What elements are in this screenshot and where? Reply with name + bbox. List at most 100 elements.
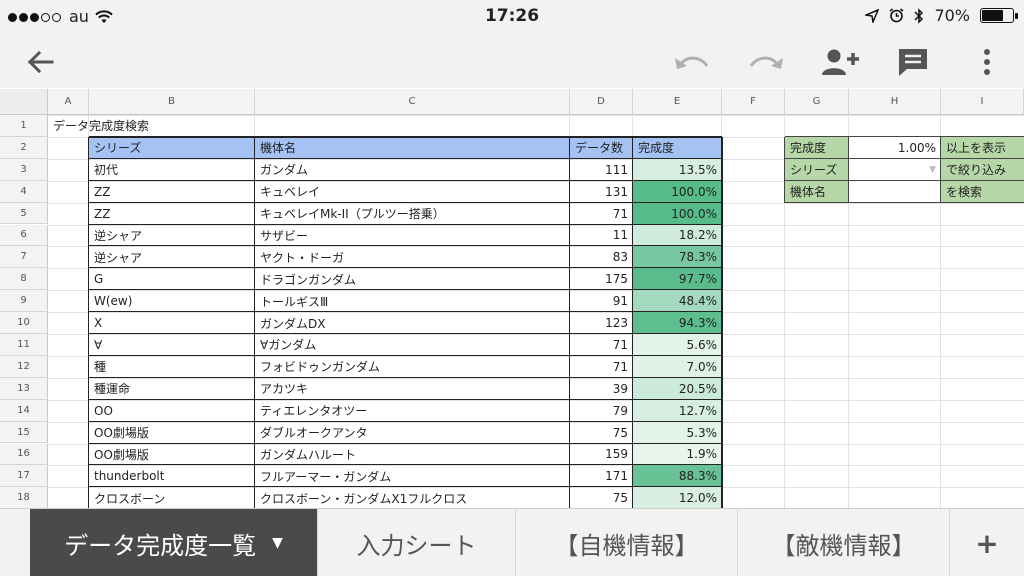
row-header[interactable]: 8 bbox=[0, 268, 48, 291]
data-count-cell[interactable]: 75 bbox=[570, 487, 633, 508]
row-header[interactable]: 5 bbox=[0, 202, 48, 225]
series-cell[interactable]: 逆シャア bbox=[89, 246, 255, 268]
row-header[interactable]: 13 bbox=[0, 377, 48, 400]
completion-cell[interactable]: 18.2% bbox=[633, 224, 722, 247]
table-header-cell[interactable]: データ数 bbox=[570, 136, 633, 159]
sheet-tab[interactable]: 【自機情報】 bbox=[516, 509, 738, 576]
completion-cell[interactable]: 88.3% bbox=[633, 465, 722, 488]
row-header[interactable]: 3 bbox=[0, 158, 48, 181]
unit-name-cell[interactable]: ガンダムハルート bbox=[255, 444, 570, 466]
row-header[interactable]: 11 bbox=[0, 334, 48, 356]
series-cell[interactable]: OO劇場版 bbox=[89, 422, 255, 444]
data-count-cell[interactable]: 175 bbox=[570, 268, 633, 290]
unit-name-cell[interactable]: ∀ガンダム bbox=[255, 334, 570, 356]
add-sheet-button[interactable]: + bbox=[950, 509, 1024, 576]
unit-name-cell[interactable]: アカツキ bbox=[255, 378, 570, 400]
column-header-g[interactable]: G bbox=[785, 89, 849, 115]
tab-menu-caret-icon[interactable]: ▼ bbox=[272, 535, 283, 551]
row-header[interactable]: 17 bbox=[0, 465, 48, 488]
row-header[interactable]: 1 bbox=[0, 115, 48, 137]
row-header[interactable]: 18 bbox=[0, 487, 48, 508]
redo-icon[interactable] bbox=[746, 42, 786, 82]
completion-cell[interactable]: 1.9% bbox=[633, 443, 722, 466]
column-header-i[interactable]: I bbox=[941, 89, 1024, 115]
unit-name-cell[interactable]: ドラゴンガンダム bbox=[255, 268, 570, 290]
data-count-cell[interactable]: 79 bbox=[570, 400, 633, 422]
unit-name-cell[interactable]: ガンダムDX bbox=[255, 312, 570, 334]
unit-name-cell[interactable]: フォビドゥンガンダム bbox=[255, 356, 570, 378]
series-cell[interactable]: W(ew) bbox=[89, 290, 255, 312]
comment-icon[interactable] bbox=[893, 42, 933, 82]
data-count-cell[interactable]: 39 bbox=[570, 378, 633, 400]
filter-suffix-cell[interactable]: 以上を表示 bbox=[941, 136, 1024, 159]
row-header[interactable]: 7 bbox=[0, 246, 48, 269]
unit-name-cell[interactable]: フルアーマー・ガンダム bbox=[255, 465, 570, 487]
completion-cell[interactable]: 5.3% bbox=[633, 421, 722, 444]
data-count-cell[interactable]: 71 bbox=[570, 203, 633, 225]
series-cell[interactable]: 種運命 bbox=[89, 378, 255, 400]
completion-cell[interactable]: 13.5% bbox=[633, 158, 722, 181]
completion-cell[interactable]: 12.7% bbox=[633, 399, 722, 422]
completion-cell[interactable]: 100.0% bbox=[633, 202, 722, 225]
unit-name-cell[interactable]: ヤクト・ドーガ bbox=[255, 246, 570, 268]
row-header[interactable]: 10 bbox=[0, 312, 48, 334]
completion-cell[interactable]: 12.0% bbox=[633, 487, 722, 508]
series-cell[interactable]: 逆シャア bbox=[89, 225, 255, 247]
filter-suffix-cell[interactable]: を検索 bbox=[941, 180, 1024, 203]
column-header-d[interactable]: D bbox=[570, 89, 633, 115]
series-cell[interactable]: OO bbox=[89, 400, 255, 422]
completion-cell[interactable]: 94.3% bbox=[633, 312, 722, 334]
table-header-cell[interactable]: シリーズ bbox=[89, 136, 255, 159]
completion-cell[interactable]: 100.0% bbox=[633, 180, 722, 203]
data-count-cell[interactable]: 91 bbox=[570, 290, 633, 312]
filter-value-cell[interactable] bbox=[849, 180, 941, 203]
completion-cell[interactable]: 7.0% bbox=[633, 355, 722, 378]
filter-label-cell[interactable]: 完成度 bbox=[785, 136, 849, 159]
sheet-title-cell[interactable]: データ完成度検索 bbox=[48, 115, 348, 137]
unit-name-cell[interactable]: トールギスⅢ bbox=[255, 290, 570, 312]
column-header-c[interactable]: C bbox=[255, 89, 570, 115]
filter-label-cell[interactable]: シリーズ bbox=[785, 158, 849, 181]
sheet-tab[interactable]: 入力シート bbox=[318, 509, 516, 576]
completion-cell[interactable]: 5.6% bbox=[633, 334, 722, 356]
series-cell[interactable]: ZZ bbox=[89, 181, 255, 203]
undo-icon[interactable] bbox=[672, 42, 712, 82]
data-count-cell[interactable]: 75 bbox=[570, 422, 633, 444]
completion-cell[interactable]: 78.3% bbox=[633, 246, 722, 269]
completion-cell[interactable]: 97.7% bbox=[633, 268, 722, 291]
table-header-cell[interactable]: 完成度 bbox=[633, 136, 722, 159]
row-header[interactable]: 4 bbox=[0, 180, 48, 203]
row-header[interactable]: 9 bbox=[0, 290, 48, 313]
filter-value-cell[interactable]: 1.00% bbox=[849, 136, 941, 159]
data-count-cell[interactable]: 83 bbox=[570, 246, 633, 268]
series-cell[interactable]: ZZ bbox=[89, 203, 255, 225]
select-all-corner[interactable] bbox=[0, 89, 48, 115]
column-header-f[interactable]: F bbox=[722, 89, 785, 115]
add-person-icon[interactable] bbox=[820, 42, 860, 82]
row-header[interactable]: 16 bbox=[0, 443, 48, 466]
dropdown-caret-icon[interactable]: ▼ bbox=[929, 165, 936, 175]
series-cell[interactable]: 種 bbox=[89, 356, 255, 378]
data-count-cell[interactable]: 71 bbox=[570, 334, 633, 356]
column-header-a[interactable]: A bbox=[48, 89, 89, 115]
data-count-cell[interactable]: 11 bbox=[570, 225, 633, 247]
series-cell[interactable]: OO劇場版 bbox=[89, 444, 255, 466]
table-header-cell[interactable]: 機体名 bbox=[255, 136, 570, 159]
row-header[interactable]: 14 bbox=[0, 399, 48, 422]
series-cell[interactable]: 初代 bbox=[89, 159, 255, 181]
unit-name-cell[interactable]: サザビー bbox=[255, 225, 570, 247]
column-header-e[interactable]: E bbox=[633, 89, 722, 115]
column-header-b[interactable]: B bbox=[89, 89, 255, 115]
series-cell[interactable]: X bbox=[89, 312, 255, 334]
series-cell[interactable]: ∀ bbox=[89, 334, 255, 356]
row-header[interactable]: 2 bbox=[0, 136, 48, 159]
completion-cell[interactable]: 20.5% bbox=[633, 377, 722, 400]
row-header[interactable]: 12 bbox=[0, 355, 48, 378]
data-count-cell[interactable]: 123 bbox=[570, 312, 633, 334]
more-vert-icon[interactable] bbox=[967, 42, 1007, 82]
unit-name-cell[interactable]: クロスボーン・ガンダムX1フルクロス bbox=[255, 487, 570, 508]
unit-name-cell[interactable]: ガンダム bbox=[255, 159, 570, 181]
column-header-h[interactable]: H bbox=[849, 89, 941, 115]
filter-suffix-cell[interactable]: で絞り込み bbox=[941, 158, 1024, 181]
sheet-tab[interactable]: データ完成度一覧 ▼ bbox=[30, 509, 318, 576]
